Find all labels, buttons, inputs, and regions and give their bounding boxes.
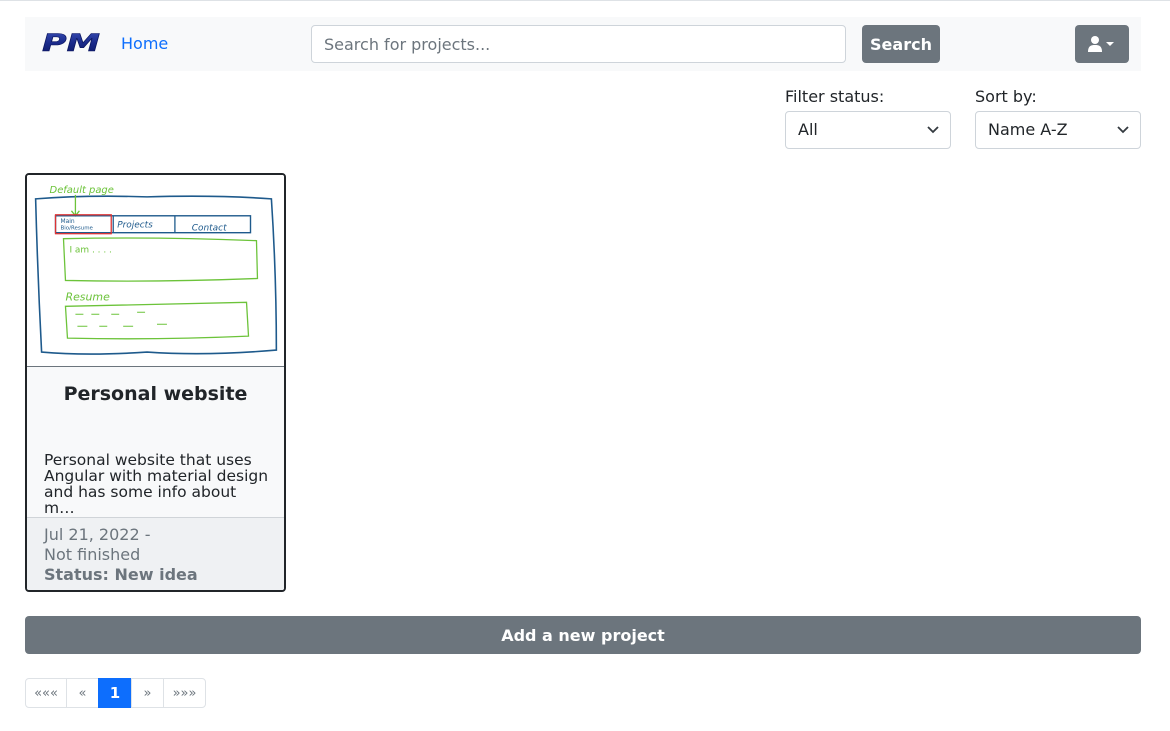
page-1-button[interactable]: 1 <box>98 678 132 708</box>
sort-select[interactable]: Name A-Z <box>975 111 1141 149</box>
sketch-tab-main: Main <box>60 218 74 225</box>
pagination: ««« « 1 » »»» <box>25 678 206 708</box>
project-title: Personal website <box>63 383 248 405</box>
page-first-button[interactable]: ««« <box>25 678 67 708</box>
sketch-tab-main-sub: Bio/Resume <box>60 226 93 232</box>
logo-text: PM <box>42 32 100 54</box>
project-footer: Jul 21, 2022 - Not finished Status: New … <box>27 517 284 590</box>
search-button[interactable]: Search <box>862 25 940 63</box>
filter-status-label: Filter status: <box>785 87 885 106</box>
sort-label: Sort by: <box>975 87 1037 106</box>
sketch-intro: I am . . . . <box>69 246 111 256</box>
page-last-button[interactable]: »»» <box>163 678 206 708</box>
home-link[interactable]: Home <box>121 34 168 53</box>
top-divider <box>0 0 1170 1</box>
page-prev-button[interactable]: « <box>66 678 99 708</box>
project-date: Jul 21, 2022 - <box>44 525 151 544</box>
filter-status-select[interactable]: All <box>785 111 951 149</box>
navbar: PM Home Search <box>25 17 1141 71</box>
project-end: Not finished <box>44 545 141 564</box>
user-menu-button[interactable] <box>1075 25 1129 63</box>
search-input[interactable] <box>311 25 846 63</box>
pm-logo[interactable]: PM <box>41 32 101 54</box>
filter-status-value: All <box>798 120 818 139</box>
sketch-default-page: Default page <box>50 185 114 196</box>
project-description: Personal website that uses Angular with … <box>44 452 269 516</box>
sort-value: Name A-Z <box>988 120 1068 139</box>
chevron-down-icon <box>927 126 939 134</box>
project-card[interactable]: Default page Main Bio/Resume Projects Co… <box>25 173 286 592</box>
sketch-resume: Resume <box>65 290 110 303</box>
project-description-line: Personal website that uses <box>44 451 252 469</box>
sketch-tab-projects: Projects <box>117 221 153 231</box>
caret-down-icon <box>1106 42 1114 46</box>
user-icon <box>1088 36 1114 52</box>
page-next-button[interactable]: » <box>131 678 164 708</box>
project-sketch-image: Default page Main Bio/Resume Projects Co… <box>27 175 284 367</box>
chevron-down-icon <box>1117 126 1129 134</box>
add-project-button[interactable]: Add a new project <box>25 616 1141 654</box>
project-status: Status: New idea <box>44 565 198 584</box>
project-description-line: and has some info about m… <box>44 483 237 517</box>
project-description-line: Angular with material design <box>44 467 269 485</box>
sketch-tab-contact: Contact <box>192 224 227 234</box>
